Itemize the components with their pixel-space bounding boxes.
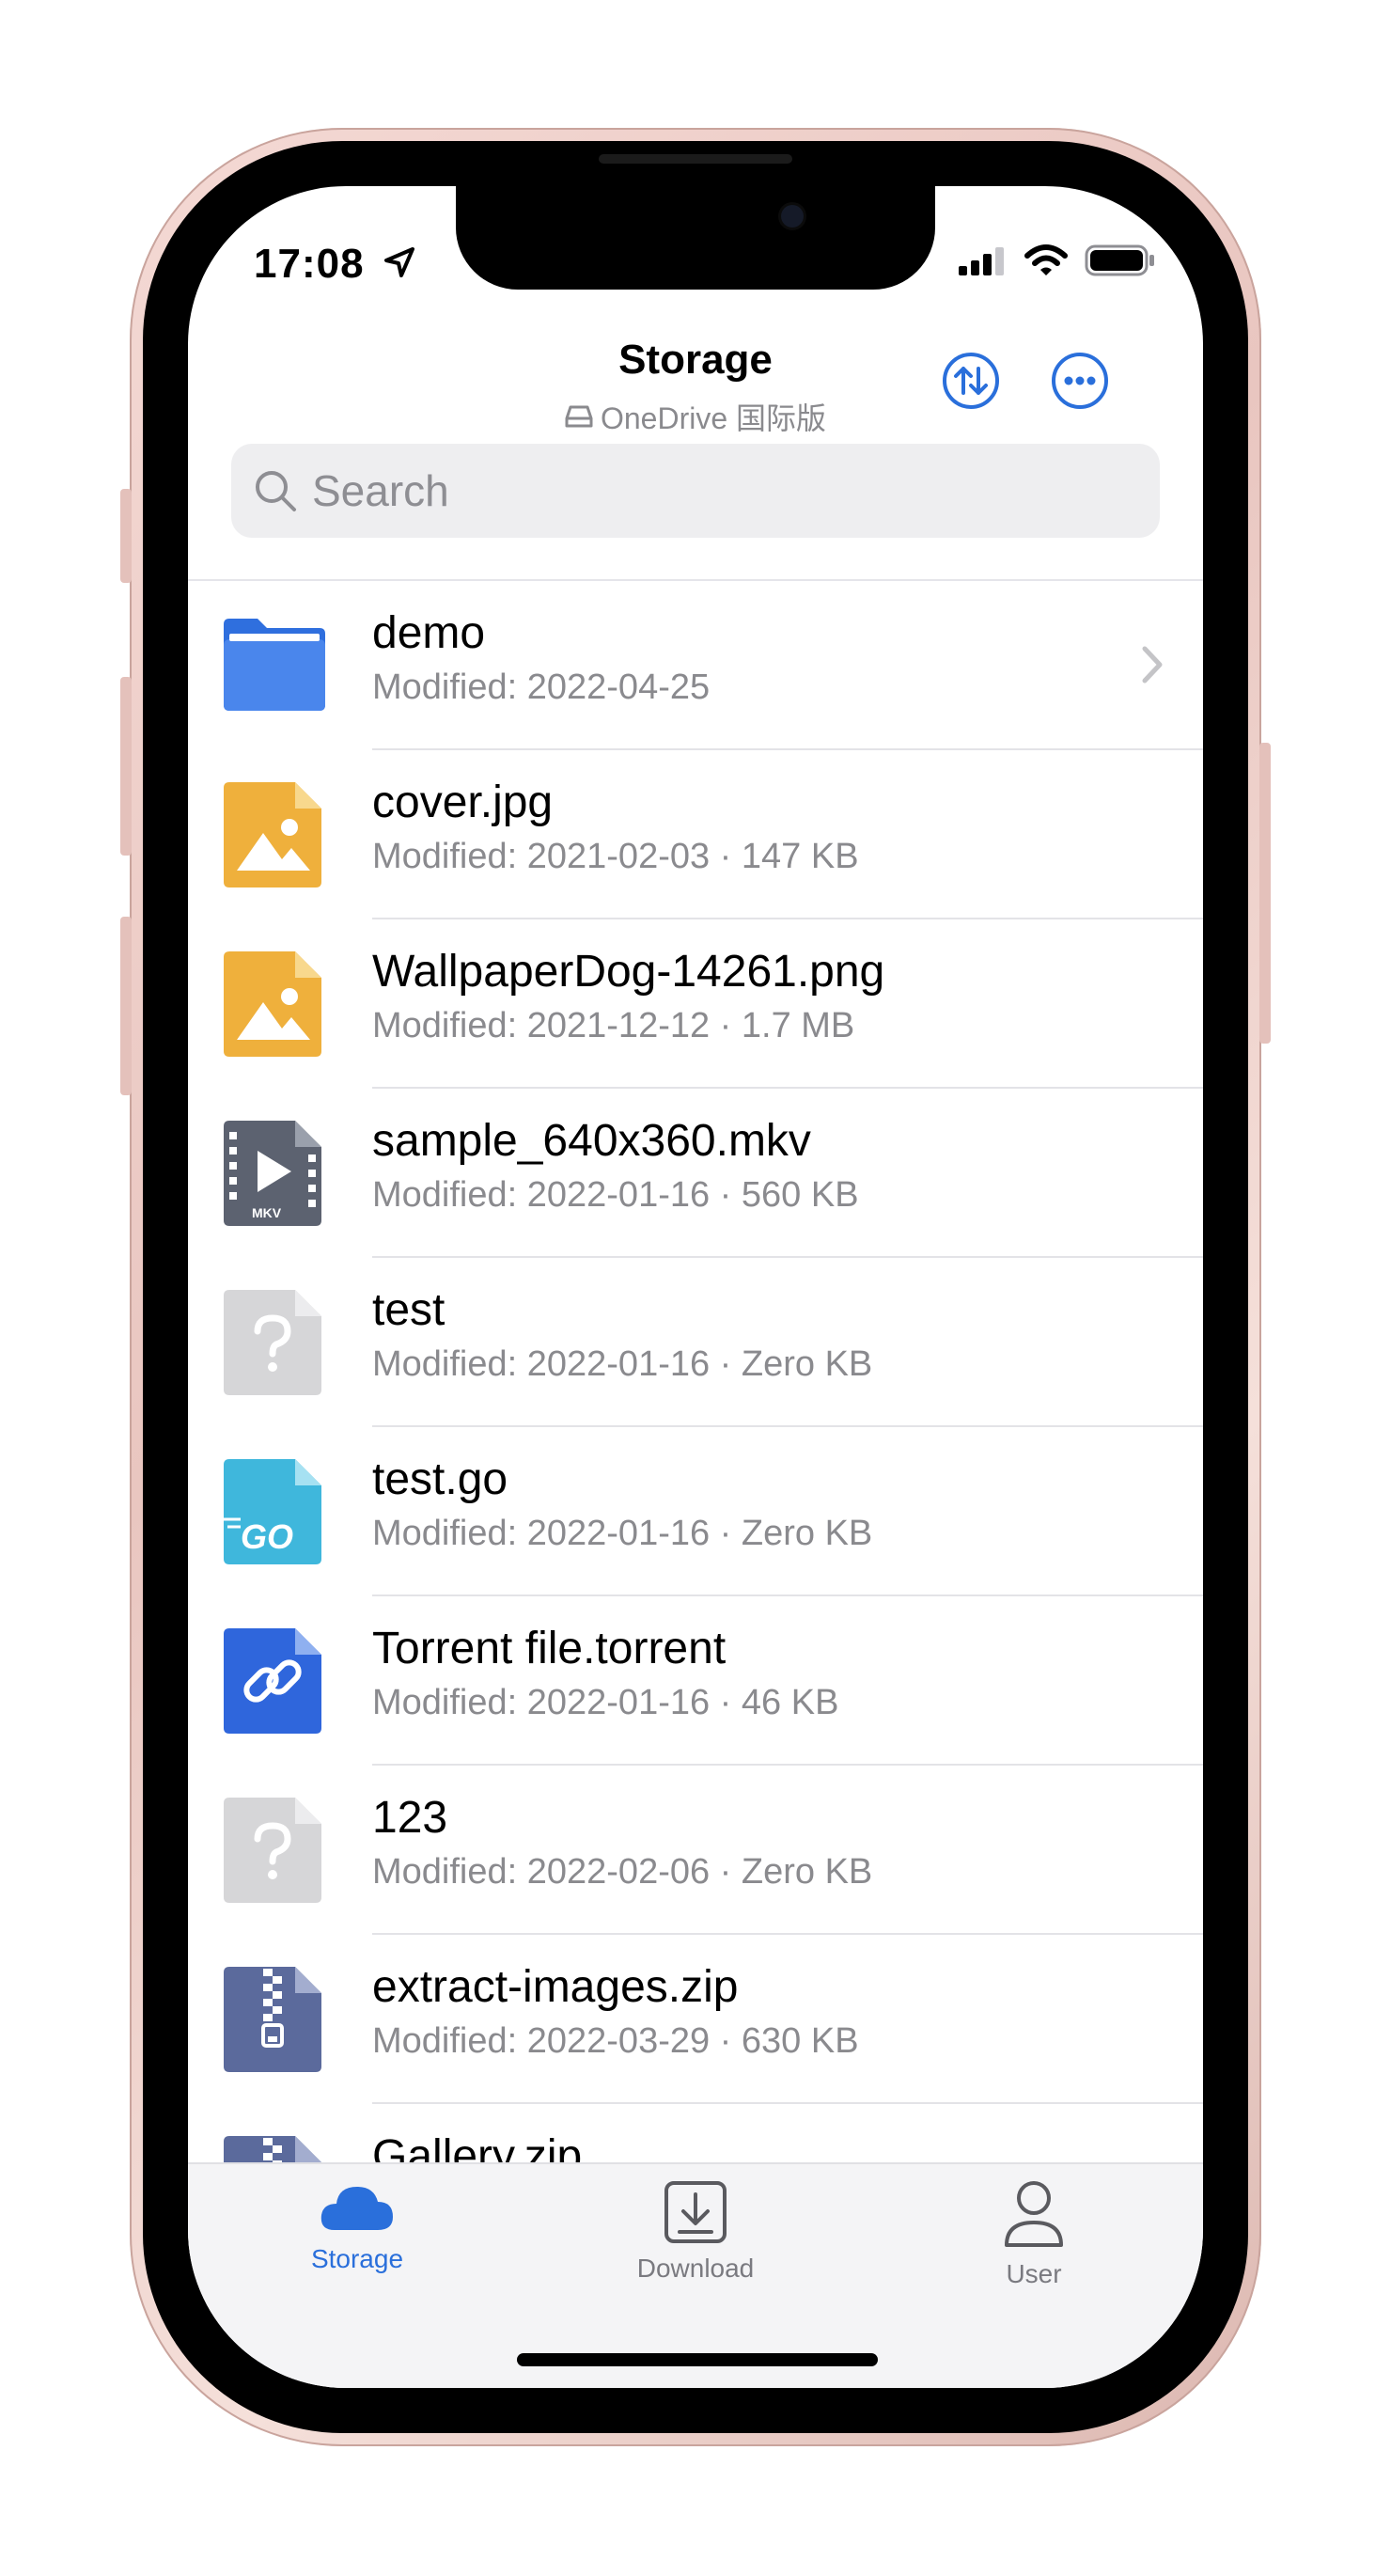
battery-icon bbox=[1085, 244, 1154, 276]
file-name: sample_640x360.mkv bbox=[372, 1116, 811, 1166]
tab-download-label: Download bbox=[636, 2254, 755, 2283]
wifi-icon bbox=[1024, 244, 1068, 275]
earpiece-speaker bbox=[599, 154, 792, 164]
file-row[interactable]: cover.jpg Modified: 2021-02-03 · 147 KB bbox=[224, 750, 1203, 919]
file-name: WallpaperDog-14261.png bbox=[372, 947, 885, 997]
file-meta: Modified: 2022-01-16 · Zero KB bbox=[372, 1344, 873, 1384]
file-meta: Modified: 2022-01-16 · 46 KB bbox=[372, 1683, 839, 1722]
file-name: cover.jpg bbox=[372, 778, 554, 827]
image-file-icon bbox=[224, 782, 321, 887]
file-name: demo bbox=[372, 608, 486, 658]
phone-screen: 17:08 Storage OneDrive 国际版 Search demo M… bbox=[188, 186, 1203, 2388]
file-name: test bbox=[372, 1285, 445, 1335]
search-icon bbox=[256, 471, 296, 511]
file-row[interactable]: extract-images.zip Modified: 2022-03-29 … bbox=[224, 1935, 1203, 2104]
file-row[interactable]: 123 Modified: 2022-02-06 · Zero KB bbox=[224, 1766, 1203, 1935]
chevron-right-icon bbox=[1142, 646, 1163, 683]
file-row[interactable]: demo Modified: 2022-04-25 bbox=[224, 581, 1203, 750]
storage-source-label: OneDrive 国际版 bbox=[600, 401, 827, 435]
zip-file-icon bbox=[224, 1967, 321, 2072]
status-time: 17:08 bbox=[254, 241, 418, 288]
drive-icon bbox=[565, 405, 593, 428]
cloud-icon bbox=[320, 2187, 393, 2230]
tab-user-label: User bbox=[1006, 2259, 1062, 2288]
mute-switch bbox=[120, 489, 132, 583]
download-tray-icon bbox=[664, 2181, 727, 2243]
file-row[interactable]: WallpaperDog-14261.png Modified: 2021-12… bbox=[224, 919, 1203, 1089]
power-button bbox=[1259, 743, 1271, 1044]
tab-user[interactable]: User bbox=[940, 2179, 1128, 2289]
file-name: test.go bbox=[372, 1454, 508, 1504]
volume-down-button bbox=[120, 917, 132, 1095]
file-meta: Modified: 2022-02-06 · Zero KB bbox=[372, 1852, 873, 1892]
file-row[interactable]: test Modified: 2022-01-16 · Zero KB bbox=[224, 1258, 1203, 1427]
notch bbox=[456, 186, 935, 290]
file-name: Torrent file.torrent bbox=[372, 1624, 727, 1673]
more-button[interactable] bbox=[1051, 352, 1109, 410]
file-row[interactable]: Torrent file.torrent Modified: 2022-01-1… bbox=[224, 1596, 1203, 1766]
file-meta: Modified: 2022-01-16 · 560 KB bbox=[372, 1175, 859, 1215]
tab-download[interactable]: Download bbox=[602, 2179, 789, 2284]
tab-storage-label: Storage bbox=[310, 2244, 404, 2273]
file-row[interactable]: MKV sample_640x360.mkv Modified: 2022-01… bbox=[224, 1089, 1203, 1258]
link-file-icon bbox=[224, 1628, 321, 1734]
search-placeholder: Search bbox=[312, 466, 449, 515]
search-field[interactable]: Search bbox=[231, 444, 1160, 538]
file-meta: Modified: 2022-03-29 · 630 KB bbox=[372, 2021, 859, 2061]
unknown-file-icon bbox=[224, 1798, 321, 1903]
go-file-badge: GO bbox=[241, 1517, 294, 1556]
image-file-icon bbox=[224, 951, 321, 1057]
file-meta: Modified: 2022-01-16 · Zero KB bbox=[372, 1514, 873, 1553]
file-meta: Modified: 2022-04-25 bbox=[372, 668, 711, 707]
tab-storage[interactable]: Storage bbox=[263, 2179, 451, 2274]
status-time-label: 17:08 bbox=[254, 241, 365, 287]
cellular-signal-icon bbox=[959, 247, 1004, 275]
location-arrow-icon bbox=[383, 247, 414, 277]
unknown-file-icon bbox=[224, 1290, 321, 1395]
front-camera bbox=[781, 205, 804, 228]
video-file-badge: MKV bbox=[252, 1205, 282, 1220]
volume-up-button bbox=[120, 677, 132, 856]
home-indicator bbox=[517, 2353, 878, 2366]
file-list: demo Modified: 2022-04-25 cover.jpg Modi… bbox=[188, 581, 1203, 2271]
file-meta: Modified: 2021-02-03 · 147 KB bbox=[372, 837, 859, 876]
file-name: 123 bbox=[372, 1793, 448, 1843]
status-indicators bbox=[957, 244, 1156, 276]
file-name: extract-images.zip bbox=[372, 1962, 739, 2012]
file-meta: Modified: 2021-12-12 · 1.7 MB bbox=[372, 1006, 855, 1045]
folder-icon bbox=[224, 619, 325, 711]
person-icon bbox=[1005, 2181, 1063, 2247]
sort-button[interactable] bbox=[942, 352, 1000, 410]
file-row[interactable]: GO test.go Modified: 2022-01-16 · Zero K… bbox=[224, 1427, 1203, 1596]
